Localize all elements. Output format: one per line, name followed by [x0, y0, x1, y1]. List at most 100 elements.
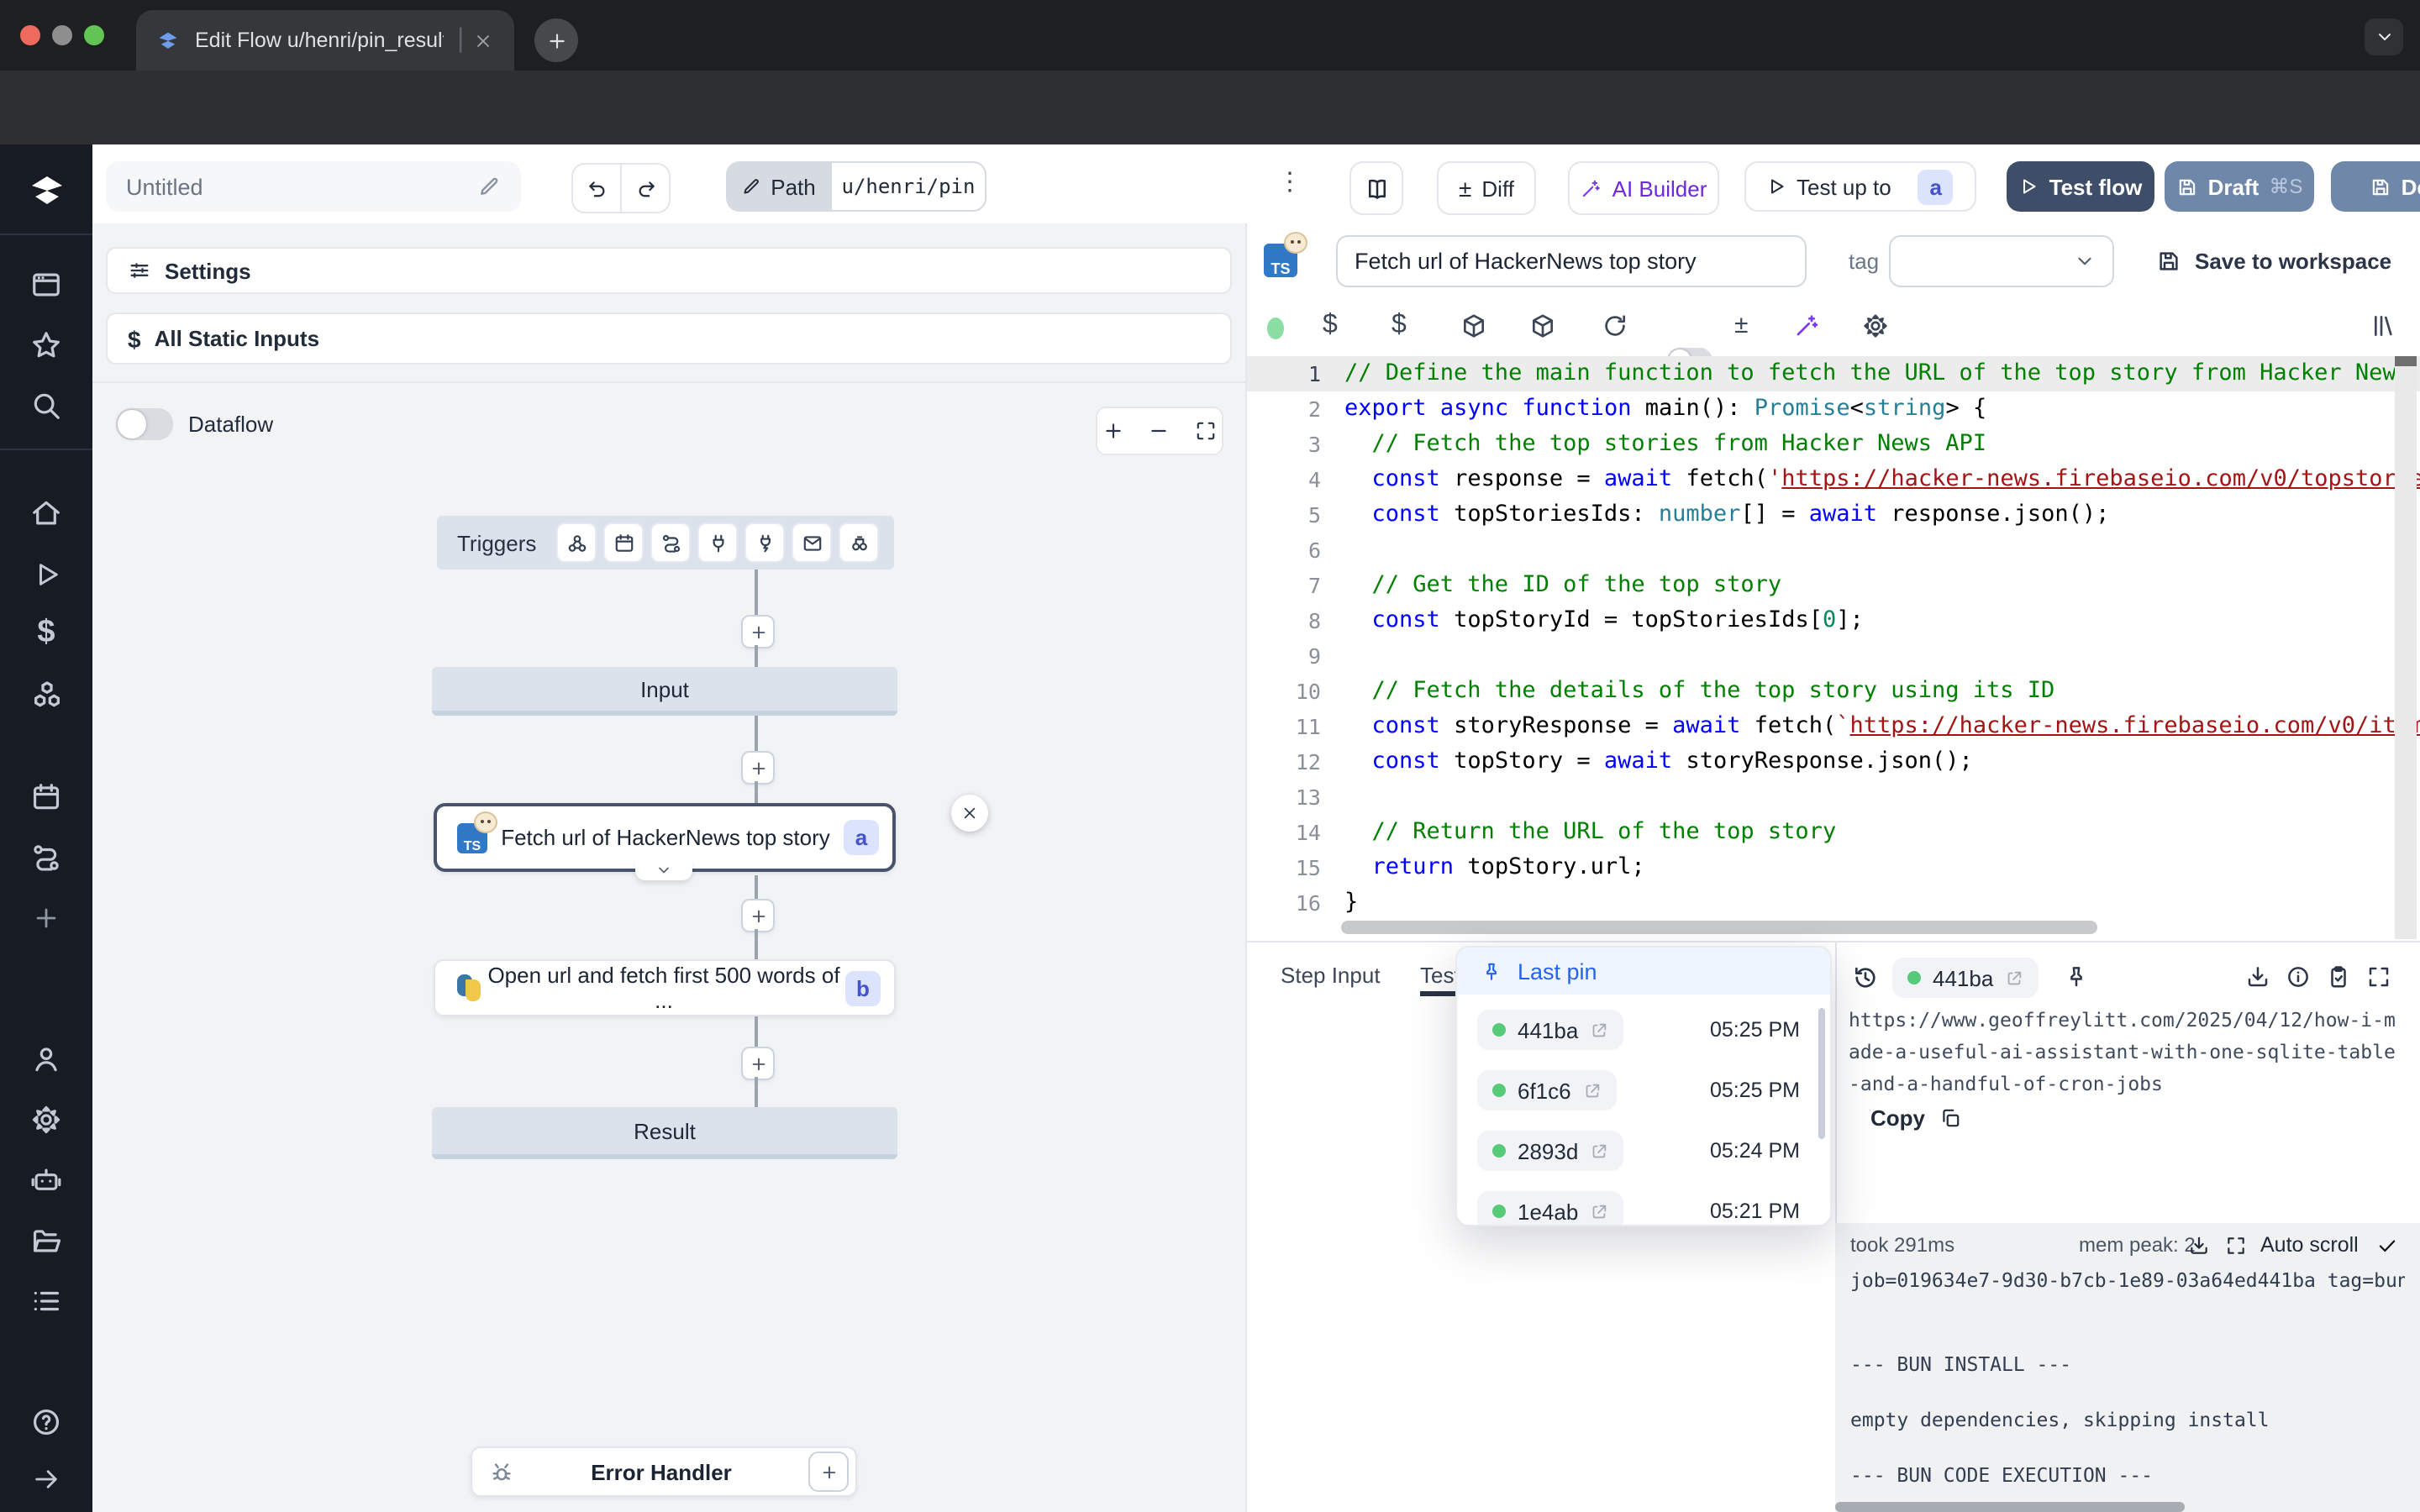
code-line[interactable]: 13: [1247, 780, 2420, 815]
step-name-input[interactable]: [1336, 235, 1807, 287]
save-to-workspace-button[interactable]: Save to workspace: [2156, 235, 2391, 287]
pin-item[interactable]: 2893d05:24 PM: [1477, 1126, 1813, 1176]
code-line[interactable]: 8 const topStoryId = topStoriesIds[0];: [1247, 603, 2420, 638]
websocket-trigger-icon[interactable]: [697, 522, 738, 563]
sidebar-item-settings[interactable]: [0, 1094, 92, 1144]
schedule-trigger-icon[interactable]: [603, 522, 644, 563]
sidebar-item-apps[interactable]: [0, 259, 92, 309]
pin-run-badge[interactable]: 441ba: [1477, 1010, 1623, 1050]
zoom-in-icon[interactable]: [1102, 420, 1124, 442]
code-line[interactable]: 16}: [1247, 885, 2420, 921]
sidebar-item-home[interactable]: [0, 487, 92, 538]
zoom-out-icon[interactable]: [1149, 420, 1171, 442]
code-line[interactable]: 6: [1247, 533, 2420, 568]
sidebar-item-favorites[interactable]: [0, 319, 92, 370]
sidebar-item-runs[interactable]: [0, 549, 92, 600]
code-line[interactable]: 4 const response = await fetch('https://…: [1247, 462, 2420, 497]
tag-select[interactable]: [1889, 235, 2114, 287]
result-node[interactable]: Result: [432, 1107, 897, 1159]
info-icon[interactable]: [2286, 964, 2311, 990]
autoscroll-check-icon[interactable]: [2376, 1235, 2398, 1257]
sidebar-expand[interactable]: [0, 1453, 92, 1504]
fit-view-icon[interactable]: [1195, 420, 1217, 442]
diff-button[interactable]: ± Diff: [1437, 161, 1536, 215]
webhook-trigger-icon[interactable]: [556, 522, 597, 563]
poll-trigger-icon[interactable]: [839, 522, 879, 563]
email-trigger-icon[interactable]: [792, 522, 832, 563]
sidebar-item-workers[interactable]: [0, 1154, 92, 1205]
external-link-icon[interactable]: [1590, 1142, 1608, 1160]
insert-step-button[interactable]: [741, 899, 775, 932]
gear-icon[interactable]: [1862, 312, 1889, 339]
step-b-node[interactable]: Open url and fetch first 500 words of ..…: [434, 959, 896, 1016]
remove-step-button[interactable]: [951, 795, 988, 832]
close-window-button[interactable]: [20, 25, 40, 45]
more-options-button[interactable]: ⋮: [1277, 166, 1302, 197]
pin-icon[interactable]: [2064, 964, 2089, 990]
code-line[interactable]: 2export async function main(): Promise<s…: [1247, 391, 2420, 427]
pin-run-badge[interactable]: 6f1c6: [1477, 1070, 1617, 1110]
code-line[interactable]: 1// Define the main function to fetch th…: [1247, 356, 2420, 391]
insert-step-button[interactable]: [741, 1047, 775, 1080]
clipboard-icon[interactable]: [2326, 964, 2351, 990]
input-node[interactable]: Input: [432, 667, 897, 716]
browser-tab[interactable]: Edit Flow u/henri/pin_results |: [136, 10, 514, 71]
sidebar-item-variables[interactable]: $: [0, 608, 92, 659]
pin-item[interactable]: 6f1c605:25 PM: [1477, 1065, 1813, 1116]
history-icon[interactable]: [1852, 964, 1879, 991]
triggers-node[interactable]: Triggers: [437, 516, 894, 570]
tab-close-icon[interactable]: [474, 31, 492, 50]
test-flow-button[interactable]: Test flow: [2007, 161, 2154, 212]
minimize-window-button[interactable]: [52, 25, 72, 45]
pin-run-badge[interactable]: 1e4ab: [1477, 1191, 1623, 1226]
diff-plus-minus-icon[interactable]: ±: [1734, 311, 1748, 339]
sidebar-item-resources[interactable]: [0, 670, 92, 721]
zoom-window-button[interactable]: [84, 25, 104, 45]
all-static-inputs-button[interactable]: $ All Static Inputs: [106, 312, 1232, 365]
code-line[interactable]: 11 const storyResponse = await fetch(`ht…: [1247, 709, 2420, 744]
add-error-handler-button[interactable]: [808, 1452, 849, 1492]
test-up-to-button[interactable]: Test up to a: [1744, 161, 1976, 212]
code-editor[interactable]: 1// Define the main function to fetch th…: [1247, 356, 2420, 939]
deploy-button[interactable]: Deploy: [2331, 161, 2420, 212]
sidebar-item-triggers[interactable]: [0, 832, 92, 882]
sidebar-item-help[interactable]: [0, 1396, 92, 1446]
code-line[interactable]: 12 const topStory = await storyResponse.…: [1247, 744, 2420, 780]
result-url[interactable]: https://www.geoffreylitt.com/2025/04/12/…: [1849, 1005, 2407, 1100]
path-button[interactable]: Path: [726, 161, 830, 212]
tab-search-chevron-button[interactable]: [2365, 18, 2403, 55]
last-pin-option[interactable]: Last pin: [1457, 948, 1830, 995]
pin-item[interactable]: 1e4ab05:21 PM: [1477, 1186, 1813, 1226]
collapse-step-button[interactable]: [635, 860, 692, 880]
sidebar-item-user[interactable]: [0, 1033, 92, 1084]
package-icon[interactable]: [1460, 312, 1487, 339]
sidebar-item-schedules[interactable]: [0, 771, 92, 822]
result-run-badge[interactable]: 441ba: [1892, 958, 2039, 998]
redo-button[interactable]: [622, 165, 669, 212]
dataflow-toggle[interactable]: [116, 408, 173, 440]
code-line[interactable]: 15 return topStory.url;: [1247, 850, 2420, 885]
docs-button[interactable]: [1349, 161, 1403, 215]
new-tab-button[interactable]: [534, 18, 578, 62]
path-value[interactable]: u/henri/pin: [830, 161, 986, 212]
package-alt-icon[interactable]: [1529, 312, 1556, 339]
code-line[interactable]: 3 // Fetch the top stories from Hacker N…: [1247, 427, 2420, 462]
flow-settings-button[interactable]: Settings: [106, 247, 1232, 294]
vertical-scrollbar[interactable]: [2395, 356, 2417, 939]
kafka-trigger-icon[interactable]: [744, 522, 785, 563]
code-line[interactable]: 7 // Get the ID of the top story: [1247, 568, 2420, 603]
expand-icon[interactable]: [2366, 964, 2391, 990]
code-line[interactable]: 14 // Return the URL of the top story: [1247, 815, 2420, 850]
download-icon[interactable]: [2245, 964, 2270, 990]
draft-button[interactable]: Draft ⌘S: [2165, 161, 2314, 212]
flow-name-button[interactable]: Untitled: [106, 161, 521, 212]
external-link-icon[interactable]: [1590, 1021, 1608, 1039]
reset-icon[interactable]: [1602, 312, 1628, 339]
path-control[interactable]: Path u/henri/pin: [726, 161, 986, 212]
sidebar-item-search[interactable]: [0, 380, 92, 430]
code-line[interactable]: 9: [1247, 638, 2420, 674]
library-icon[interactable]: [2370, 312, 2396, 339]
insert-step-button[interactable]: [741, 751, 775, 785]
windmill-logo[interactable]: [0, 165, 92, 215]
dropdown-scrollbar[interactable]: [1818, 1008, 1825, 1139]
